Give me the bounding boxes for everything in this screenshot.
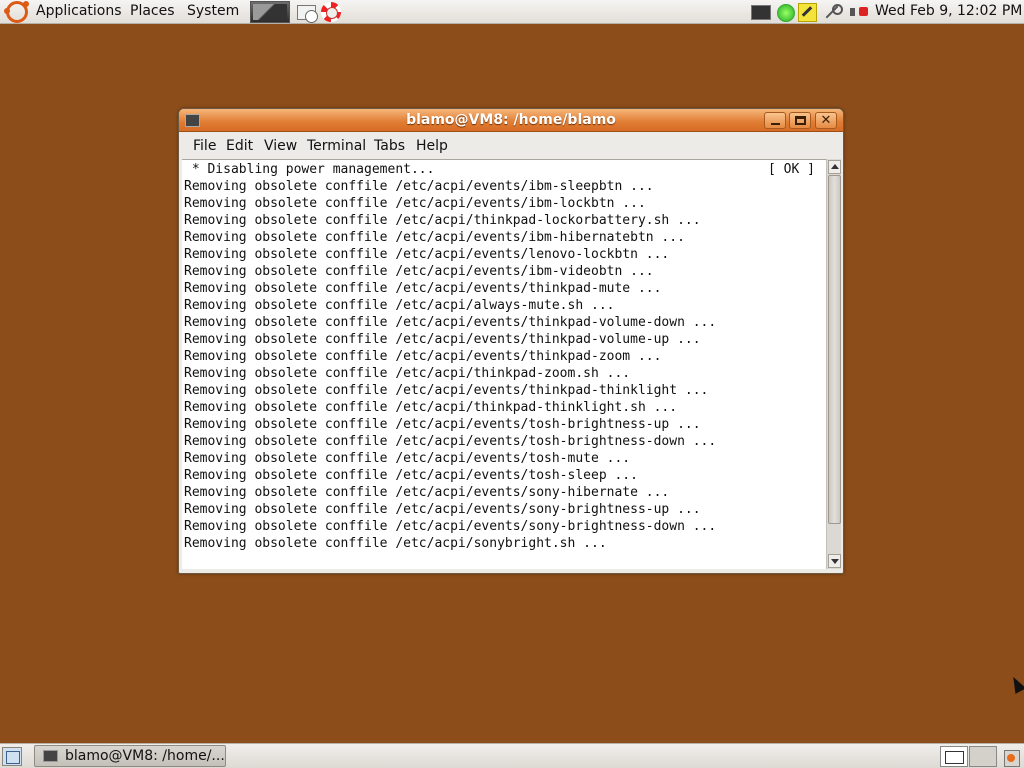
top-panel: Applications Places System Wed Feb 9, 12… <box>0 0 1024 24</box>
ok-status-badge: [ OK ] <box>768 162 815 177</box>
ubuntu-logo-icon[interactable] <box>4 1 29 23</box>
terminal-line: Removing obsolete conffile /etc/acpi/eve… <box>184 383 709 398</box>
notes-icon[interactable] <box>797 3 817 22</box>
terminal-line: Removing obsolete conffile /etc/acpi/eve… <box>184 281 662 296</box>
terminal-lines: * Disabling power management... [ OK ] Re… <box>184 161 824 552</box>
bottom-panel: blamo@VM8: /home/... <box>0 743 1024 768</box>
workspace-1-switcher[interactable] <box>940 746 968 767</box>
terminal-line: Removing obsolete conffile /etc/acpi/eve… <box>184 349 662 364</box>
menu-help[interactable]: Help <box>416 136 448 156</box>
terminal-output[interactable]: * Disabling power management... [ OK ] Re… <box>182 159 826 569</box>
scroll-down-arrow-icon[interactable] <box>828 554 841 568</box>
menu-file[interactable]: File <box>193 136 216 156</box>
terminal-line: Removing obsolete conffile /etc/acpi/eve… <box>184 485 670 500</box>
close-button[interactable]: ✕ <box>815 112 837 129</box>
terminal-window: blamo@VM8: /home/blamo ✕ File Edit View … <box>178 108 844 574</box>
maximize-button[interactable] <box>789 112 811 129</box>
terminal-line: Removing obsolete conffile /etc/acpi/thi… <box>184 400 678 415</box>
help-launcher-icon[interactable] <box>320 1 342 23</box>
workspace-2-switcher[interactable] <box>969 746 997 767</box>
scroll-up-arrow-icon[interactable] <box>828 160 841 174</box>
menu-view[interactable]: View <box>264 136 297 156</box>
mouse-pointer-icon <box>1007 674 1024 694</box>
maximize-icon <box>795 116 806 125</box>
terminal-line: Removing obsolete conffile /etc/acpi/eve… <box>184 417 701 432</box>
show-desktop-icon[interactable] <box>2 747 22 766</box>
terminal-scrollbar[interactable] <box>826 159 841 569</box>
trash-icon[interactable] <box>1002 746 1020 767</box>
minimize-icon <box>771 123 780 125</box>
terminal-line: Removing obsolete conffile /etc/acpi/eve… <box>184 451 631 466</box>
terminal-task-icon <box>43 750 58 762</box>
window-title: blamo@VM8: /home/blamo <box>406 112 616 128</box>
close-icon: ✕ <box>820 113 832 128</box>
taskbar-window-label: blamo@VM8: /home/... <box>65 748 225 764</box>
menu-tabs[interactable]: Tabs <box>374 136 405 156</box>
volume-muted-icon[interactable] <box>848 3 870 21</box>
terminal-line: Removing obsolete conffile /etc/acpi/thi… <box>184 213 701 228</box>
monitor-icon[interactable] <box>750 3 771 21</box>
taskbar-window-button[interactable]: blamo@VM8: /home/... <box>34 745 226 767</box>
terminal-line: Removing obsolete conffile /etc/acpi/eve… <box>184 434 717 449</box>
places-menu[interactable]: Places <box>126 0 179 24</box>
terminal-line: Removing obsolete conffile /etc/acpi/eve… <box>184 196 646 211</box>
terminal-line: Removing obsolete conffile /etc/acpi/alw… <box>184 298 615 313</box>
terminal-line: Removing obsolete conffile /etc/acpi/eve… <box>184 247 670 262</box>
terminal-line: Removing obsolete conffile /etc/acpi/eve… <box>184 519 717 534</box>
connection-icon[interactable] <box>821 3 843 21</box>
menu-terminal[interactable]: Terminal <box>307 136 366 156</box>
clock[interactable]: Wed Feb 9, 12:02 PM <box>875 0 1022 24</box>
terminal-line: Removing obsolete conffile /etc/acpi/son… <box>184 536 607 551</box>
terminal-line: Removing obsolete conffile /etc/acpi/eve… <box>184 502 701 517</box>
window-titlebar[interactable]: blamo@VM8: /home/blamo ✕ <box>179 109 843 132</box>
terminal-line: Removing obsolete conffile /etc/acpi/eve… <box>184 468 638 483</box>
terminal-line: Removing obsolete conffile /etc/acpi/thi… <box>184 366 631 381</box>
scrollbar-thumb[interactable] <box>828 175 841 524</box>
system-menu[interactable]: System <box>183 0 243 24</box>
terminal-line: * Disabling power management... [ OK ] <box>184 161 824 178</box>
minimize-button[interactable] <box>764 112 786 129</box>
terminal-line: Removing obsolete conffile /etc/acpi/eve… <box>184 332 701 347</box>
terminal-launcher-icon[interactable] <box>250 1 290 23</box>
terminal-line-text: * Disabling power management... <box>184 162 435 177</box>
terminal-line: Removing obsolete conffile /etc/acpi/eve… <box>184 230 685 245</box>
terminal-line: Removing obsolete conffile /etc/acpi/eve… <box>184 264 654 279</box>
menu-edit[interactable]: Edit <box>226 136 253 156</box>
mail-launcher-icon[interactable] <box>296 1 318 23</box>
applications-menu[interactable]: Applications <box>32 0 126 24</box>
network-icon[interactable] <box>775 3 795 22</box>
menubar: File Edit View Terminal Tabs Help <box>179 133 843 159</box>
terminal-line: Removing obsolete conffile /etc/acpi/eve… <box>184 179 654 194</box>
terminal-line: Removing obsolete conffile /etc/acpi/eve… <box>184 315 717 330</box>
